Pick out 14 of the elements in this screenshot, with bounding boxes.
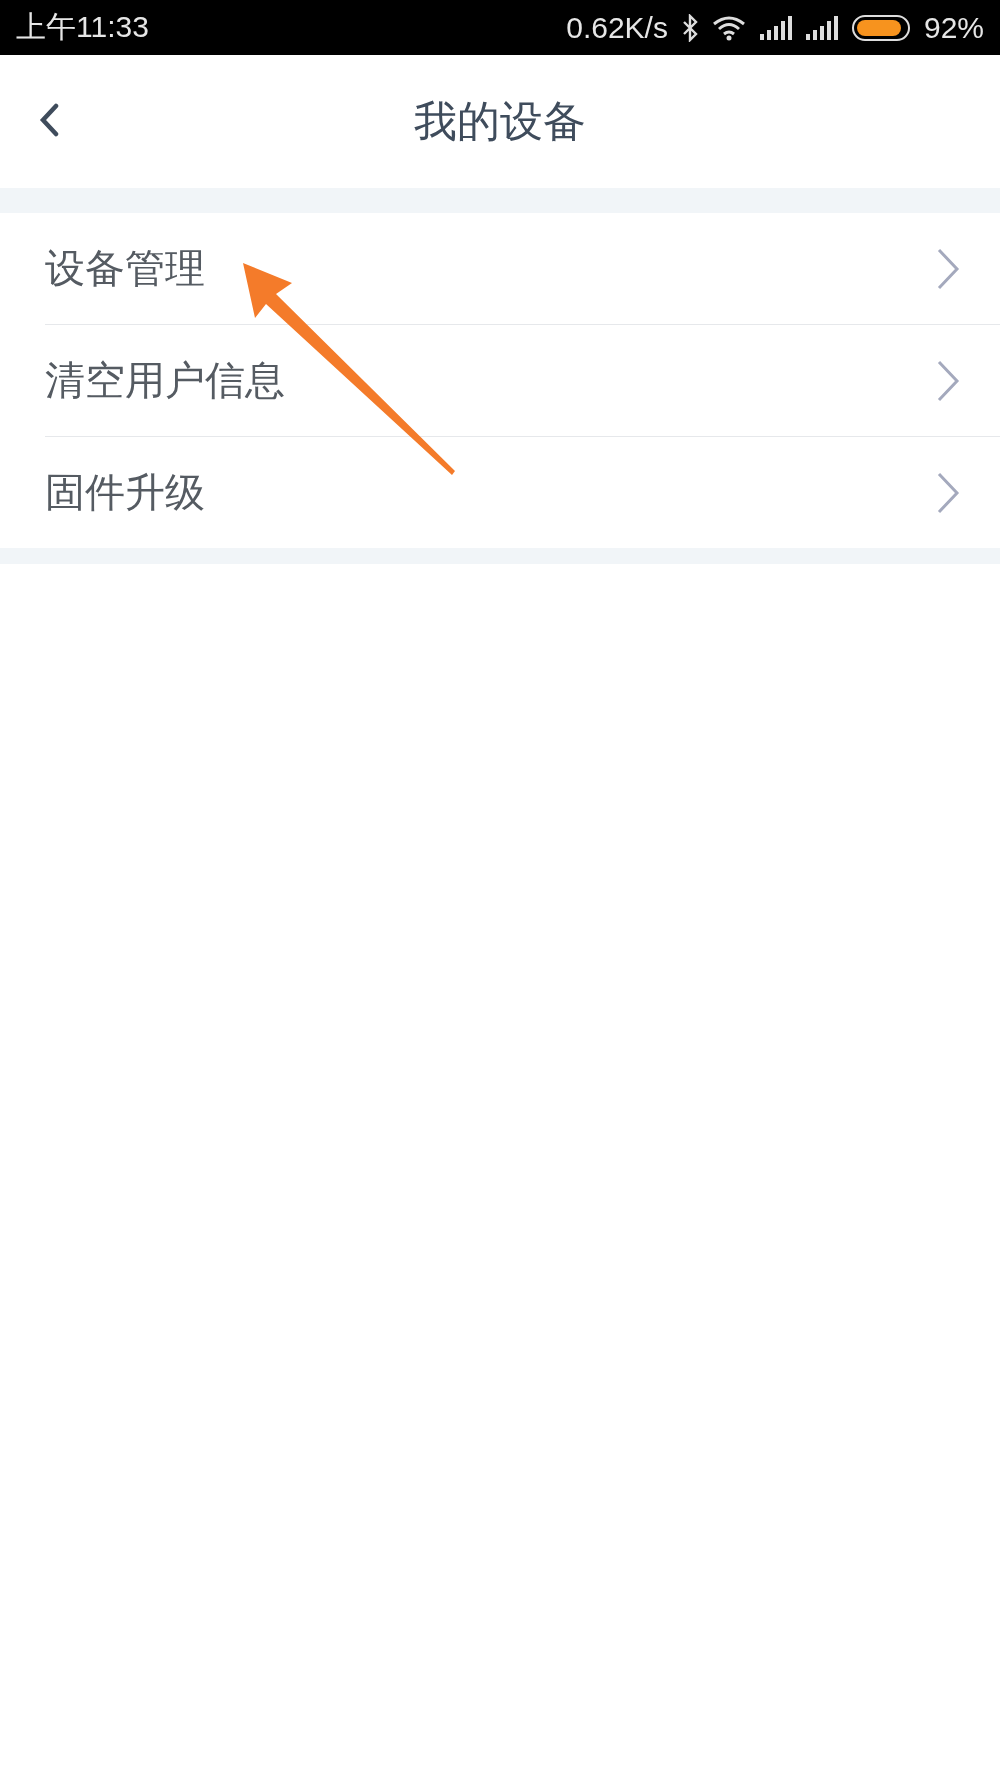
bluetooth-icon xyxy=(681,13,698,42)
menu-item[interactable]: 固件升级 xyxy=(45,437,1000,548)
clock: 上午11:33 xyxy=(16,9,149,45)
chevron-right-icon xyxy=(936,358,960,403)
signal-icon xyxy=(759,15,792,40)
signal-icon xyxy=(805,15,838,40)
wifi-icon xyxy=(711,14,746,41)
back-icon xyxy=(38,103,60,137)
battery-percent: 92% xyxy=(923,10,984,45)
chevron-right-icon xyxy=(936,470,960,515)
chevron-right-icon xyxy=(936,246,960,291)
page-title: 我的设备 xyxy=(414,94,586,148)
battery-icon xyxy=(851,14,910,41)
network-speed: 0.62K/s xyxy=(566,10,668,45)
